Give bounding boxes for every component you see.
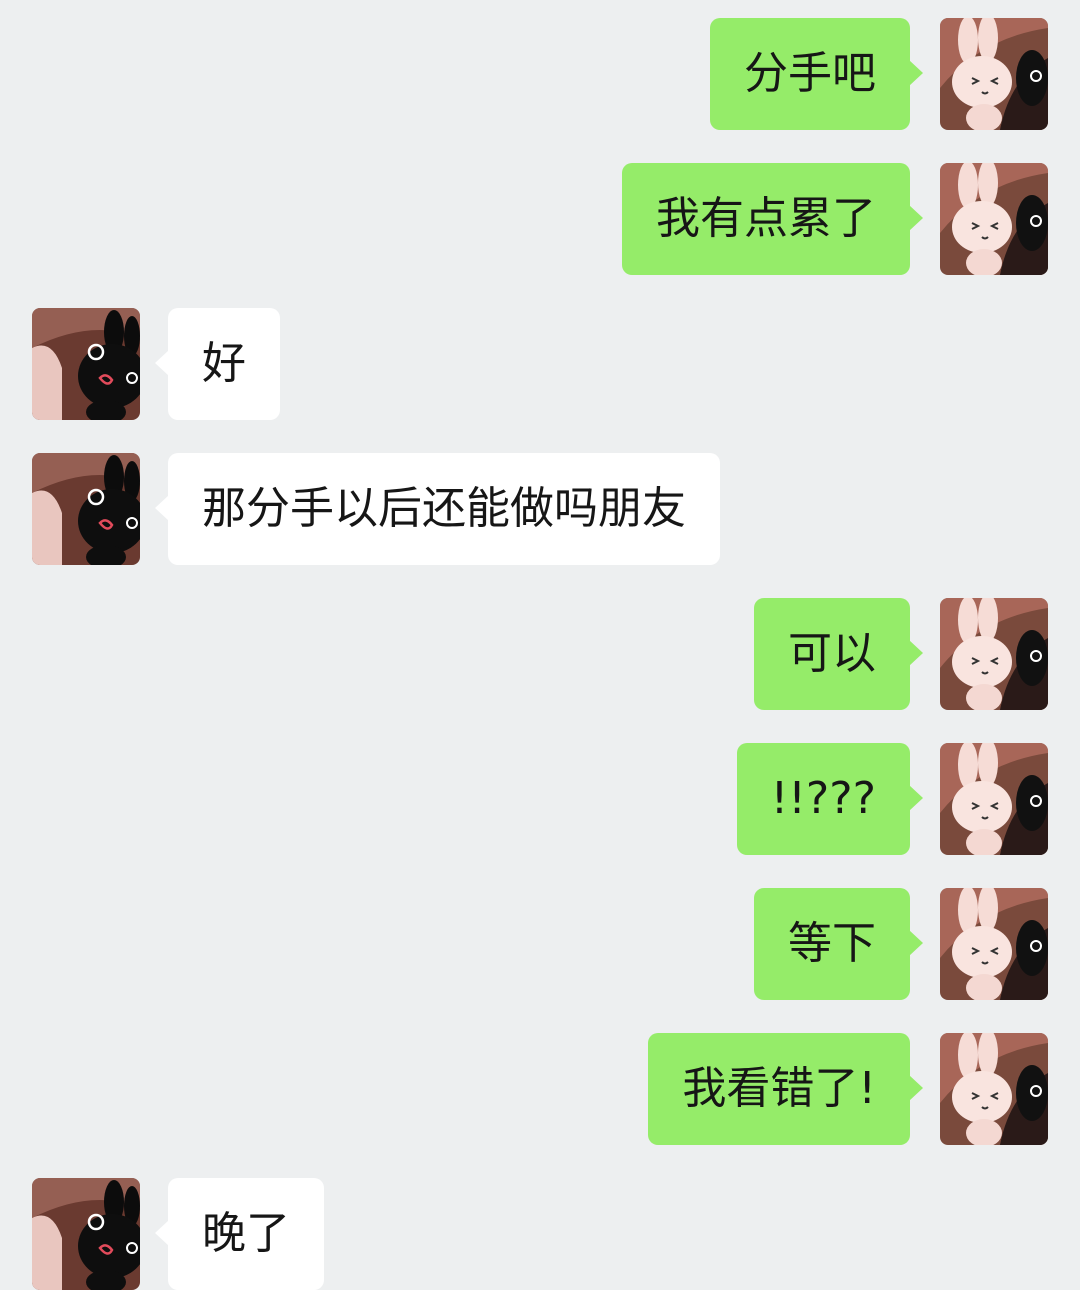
white-bunny-avatar-icon[interactable]	[940, 888, 1048, 1000]
white-bunny-avatar-icon[interactable]	[940, 1033, 1048, 1145]
message-text: 可以	[788, 628, 876, 679]
white-bunny-avatar-icon[interactable]	[940, 598, 1048, 710]
message-bubble[interactable]: 我看错了!	[648, 1033, 923, 1145]
message-incoming: 好	[0, 308, 1080, 420]
message-text: 分手吧	[744, 48, 876, 99]
message-text: !!???	[770, 773, 876, 824]
message-text: 我看错了!	[682, 1063, 876, 1114]
message-bubble[interactable]: 那分手以后还能做吗朋友	[155, 453, 720, 565]
message-bubble[interactable]: 分手吧	[710, 18, 923, 130]
white-bunny-avatar-icon[interactable]	[940, 163, 1048, 275]
chat-area[interactable]: 分手吧 我有点累了 好 那分手以后还能做吗朋友 可以 !!??? 等下 我看错了…	[0, 0, 1080, 1290]
message-bubble[interactable]: 等下	[754, 888, 923, 1000]
message-text: 等下	[788, 918, 876, 969]
message-bubble[interactable]: 晚了	[155, 1178, 324, 1290]
message-bubble[interactable]: 好	[155, 308, 280, 420]
white-bunny-avatar-icon[interactable]	[940, 743, 1048, 855]
black-bunny-avatar-icon[interactable]	[32, 1178, 140, 1290]
message-text: 晚了	[202, 1208, 290, 1259]
message-incoming: 那分手以后还能做吗朋友	[0, 453, 1080, 565]
message-outgoing: 我看错了!	[0, 1033, 1080, 1145]
message-incoming: 晚了	[0, 1178, 1080, 1290]
message-text: 那分手以后还能做吗朋友	[202, 483, 686, 534]
message-bubble[interactable]: 可以	[754, 598, 923, 710]
message-text: 我有点累了	[656, 193, 876, 244]
message-outgoing: 等下	[0, 888, 1080, 1000]
white-bunny-avatar-icon[interactable]	[940, 18, 1048, 130]
message-outgoing: 我有点累了	[0, 163, 1080, 275]
message-outgoing: 分手吧	[0, 18, 1080, 130]
black-bunny-avatar-icon[interactable]	[32, 308, 140, 420]
message-bubble[interactable]: 我有点累了	[622, 163, 923, 275]
message-outgoing: !!???	[0, 743, 1080, 855]
message-bubble[interactable]: !!???	[736, 743, 924, 855]
message-text: 好	[202, 338, 246, 389]
black-bunny-avatar-icon[interactable]	[32, 453, 140, 565]
message-outgoing: 可以	[0, 598, 1080, 710]
